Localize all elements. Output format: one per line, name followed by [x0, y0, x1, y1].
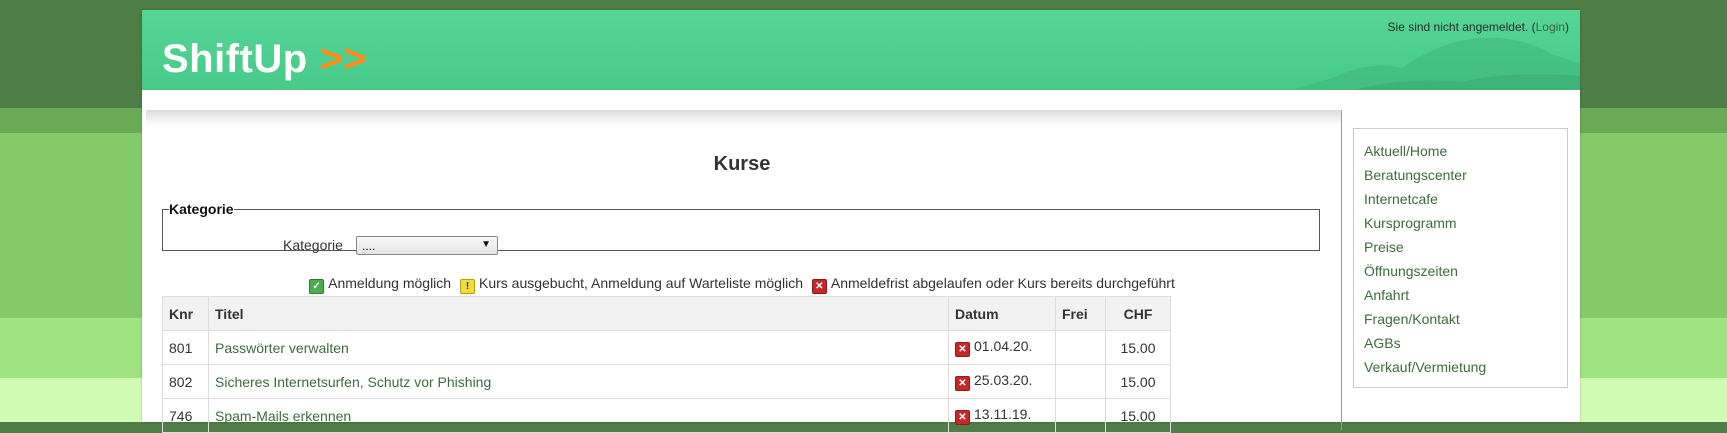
cell-chf: 15.00: [1105, 330, 1171, 365]
course-link[interactable]: Sicheres Internetsurfen, Schutz vor Phis…: [215, 374, 491, 390]
sidebar-item-anfahrt[interactable]: Anfahrt: [1364, 283, 1567, 307]
mountain-illustration: [1292, 37, 1580, 90]
page-title: Kurse: [713, 153, 771, 175]
course-date: 13.11.19.: [974, 406, 1032, 422]
login-status-text: Sie sind nicht angemeldet. (: [1387, 20, 1536, 34]
cell-knr: 746: [162, 398, 209, 433]
x-icon: ✕: [955, 376, 970, 391]
column-header-titel: Titel: [208, 296, 949, 331]
category-label: Kategorie: [283, 237, 343, 253]
check-icon: ✓: [309, 279, 325, 294]
legend-waitlist: Kurs ausgebucht, Anmeldung auf Wartelist…: [478, 275, 803, 291]
sidebar-item-oeffnungszeiten[interactable]: Öffnungszeiten: [1364, 259, 1567, 283]
x-icon: ✕: [955, 410, 970, 425]
x-icon: ✕: [811, 279, 827, 294]
cell-frei: [1055, 364, 1106, 399]
x-icon: ✕: [955, 342, 970, 357]
page-container: ShiftUp >> Sie sind nicht angemeldet. (L…: [142, 10, 1580, 433]
cell-titel: Sicheres Internetsurfen, Schutz vor Phis…: [208, 364, 949, 399]
table-row: 746 Spam-Mails erkennen ✕ 13.11.19. 15.00: [162, 398, 1171, 433]
cell-knr: 802: [162, 364, 209, 399]
sidebar-item-beratungscenter[interactable]: Beratungscenter: [1364, 163, 1567, 187]
legend-closed: Anmeldefrist abgelaufen oder Kurs bereit…: [830, 275, 1175, 291]
category-select-value: ....: [362, 239, 376, 253]
category-filter: Kategorie Kategorie .... ▼: [162, 201, 1320, 255]
sidebar-nav: Aktuell/Home Beratungscenter Internetcaf…: [1353, 128, 1568, 388]
login-status: Sie sind nicht angemeldet. (Login): [1388, 20, 1569, 34]
table-row: 801 Passwörter verwalten ✕ 01.04.20. 15.0…: [162, 330, 1171, 365]
cell-titel: Passwörter verwalten: [208, 330, 949, 365]
cell-frei: [1055, 398, 1106, 433]
table-header-row: Knr Titel Datum Frei CHF: [162, 296, 1171, 331]
column-header-frei: Frei: [1055, 296, 1106, 331]
cell-titel: Spam-Mails erkennen: [208, 398, 949, 433]
column-header-datum: Datum: [948, 296, 1056, 331]
sidebar-item-verkauf-vermietung[interactable]: Verkauf/Vermietung: [1364, 355, 1567, 379]
legend-available: Anmeldung möglich: [328, 275, 452, 291]
sidebar-item-internetcafe[interactable]: Internetcafe: [1364, 187, 1567, 211]
cell-knr: 801: [162, 330, 209, 365]
cell-datum: ✕ 01.04.20.: [948, 330, 1056, 365]
category-select[interactable]: .... ▼: [356, 236, 498, 255]
category-filter-legend: Kategorie: [169, 201, 234, 217]
login-link[interactable]: Login: [1536, 20, 1565, 34]
column-header-chf: CHF: [1105, 296, 1171, 331]
column-header-knr: Knr: [162, 296, 209, 331]
content-top-shadow: [146, 110, 1342, 126]
sidebar-item-fragen-kontakt[interactable]: Fragen/Kontakt: [1364, 307, 1567, 331]
course-link[interactable]: Passwörter verwalten: [215, 340, 349, 356]
cell-chf: 15.00: [1105, 364, 1171, 399]
site-logo[interactable]: ShiftUp >>: [162, 37, 367, 82]
course-link[interactable]: Spam-Mails erkennen: [215, 408, 351, 424]
sidebar-item-agbs[interactable]: AGBs: [1364, 331, 1567, 355]
status-legend: ✓ Anmeldung möglich ! Kurs ausgebucht, Anm…: [162, 275, 1322, 294]
sidebar-item-kursprogramm[interactable]: Kursprogramm: [1364, 211, 1567, 235]
sidebar-divider: [1341, 110, 1342, 430]
login-status-close: ): [1565, 20, 1569, 34]
exclamation-icon: !: [459, 279, 475, 294]
logo-arrows: >>: [319, 37, 368, 81]
site-header: ShiftUp >> Sie sind nicht angemeldet. (L…: [142, 10, 1580, 90]
cell-datum: ✕ 13.11.19.: [948, 398, 1056, 433]
sidebar-item-aktuell-home[interactable]: Aktuell/Home: [1364, 139, 1567, 163]
course-date: 01.04.20.: [974, 338, 1033, 354]
sidebar-item-preise[interactable]: Preise: [1364, 235, 1567, 259]
triangle-down-icon: ▼: [481, 239, 491, 250]
cell-chf: 15.00: [1105, 398, 1171, 433]
cell-datum: ✕ 25.03.20.: [948, 364, 1056, 399]
table-row: 802 Sicheres Internetsurfen, Schutz vor …: [162, 364, 1171, 399]
courses-table: Knr Titel Datum Frei CHF 801 Passwörter …: [162, 296, 1171, 433]
course-date: 25.03.20.: [974, 372, 1033, 388]
logo-text: ShiftUp: [162, 37, 308, 81]
cell-frei: [1055, 330, 1106, 365]
